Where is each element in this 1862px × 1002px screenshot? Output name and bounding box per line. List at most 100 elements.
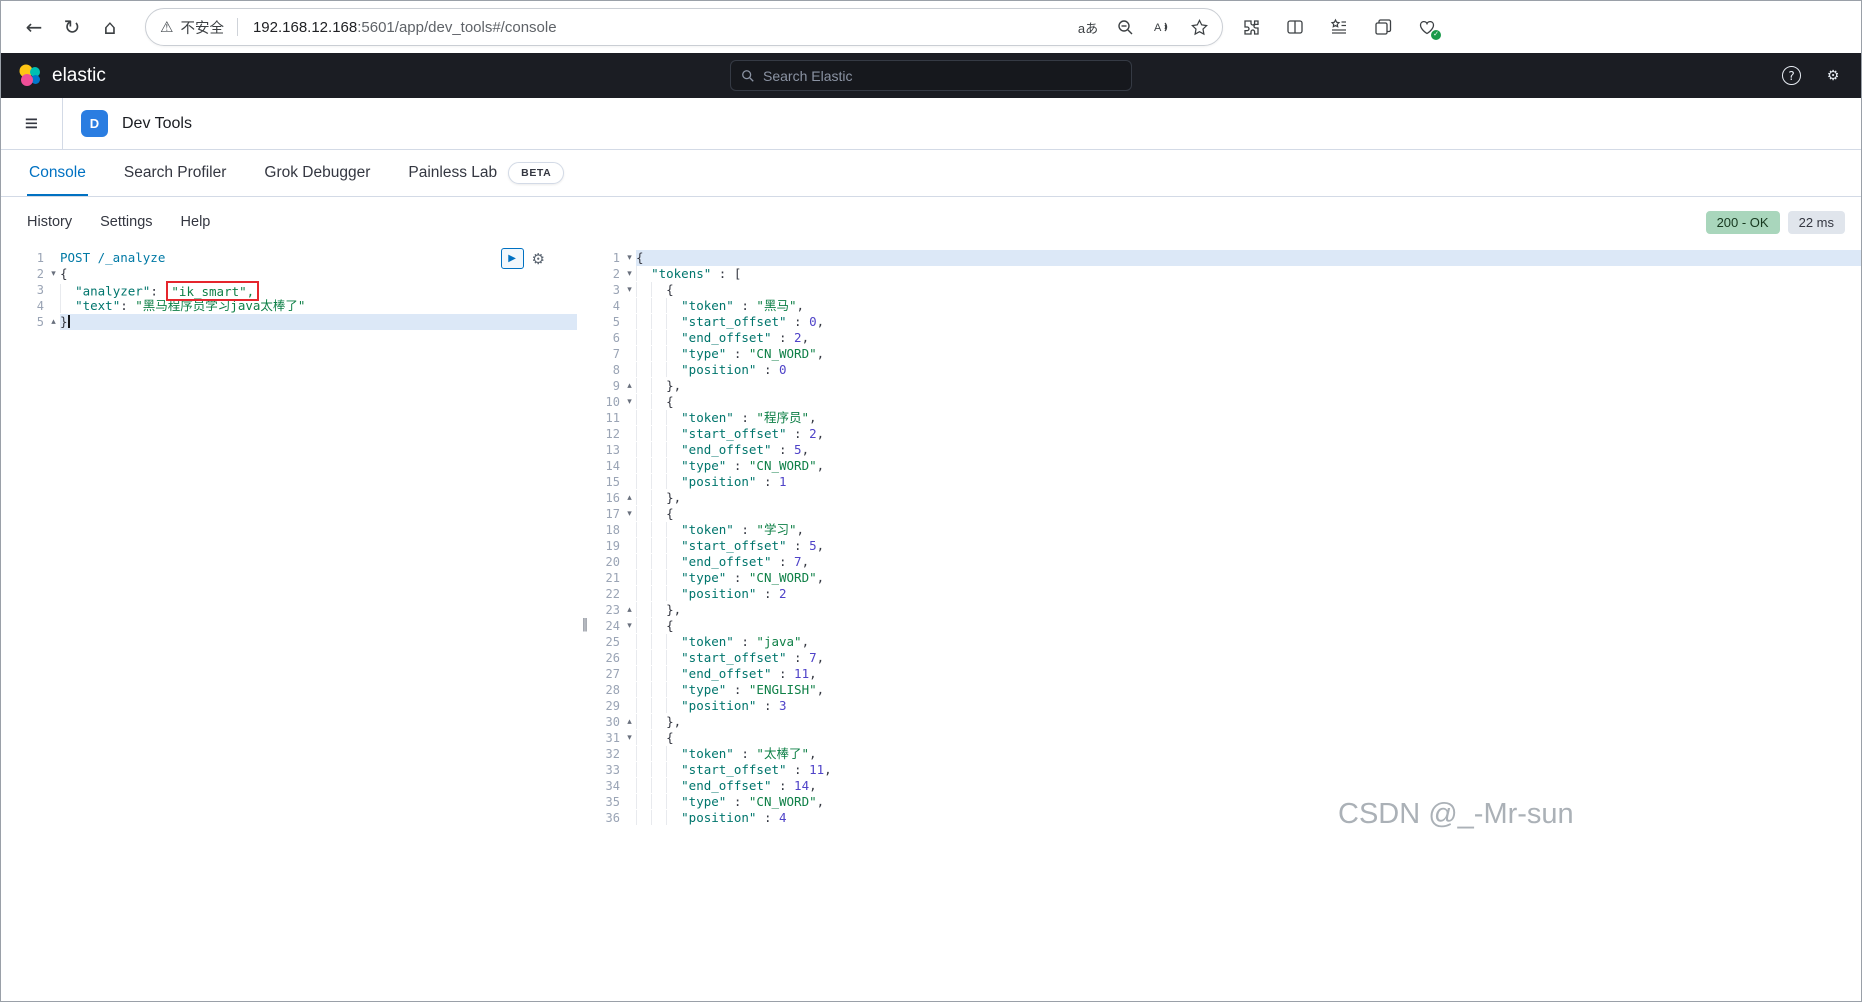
code-line[interactable]: 8 "position" : 0: [593, 362, 1861, 378]
code-line[interactable]: 1▾{: [593, 250, 1861, 266]
fold-toggle-icon[interactable]: ▾: [47, 266, 60, 282]
fold-gutter: [623, 650, 636, 666]
fold-toggle-icon[interactable]: ▾: [623, 250, 636, 266]
code-line[interactable]: 33 "start_offset" : 11,: [593, 762, 1861, 778]
code-line[interactable]: 4 "token" : "黑马",: [593, 298, 1861, 314]
line-number: 8: [593, 362, 623, 378]
fold-gutter: [623, 330, 636, 346]
code-line[interactable]: 13 "end_offset" : 5,: [593, 442, 1861, 458]
code-line[interactable]: 3▾ {: [593, 282, 1861, 298]
split-screen-icon[interactable]: [1279, 12, 1311, 42]
code-line[interactable]: 1POST /_analyze: [1, 250, 577, 266]
response-viewer[interactable]: 1▾{2▾ "tokens" : [3▾ {4 "token" : "黑马",5…: [593, 250, 1861, 826]
request-options-icon[interactable]: ⚙: [532, 250, 545, 268]
tab-painless-lab[interactable]: Painless Lab BETA: [406, 150, 566, 196]
code-line[interactable]: 2▾{: [1, 266, 577, 282]
fold-toggle-icon[interactable]: ▾: [623, 730, 636, 746]
zoom-out-icon[interactable]: [1110, 12, 1140, 42]
fold-toggle-icon[interactable]: ▾: [623, 394, 636, 410]
code-line[interactable]: 12 "start_offset" : 2,: [593, 426, 1861, 442]
fold-toggle-icon[interactable]: ▴: [623, 490, 636, 506]
code-line[interactable]: 36 "position" : 4: [593, 810, 1861, 826]
settings-button[interactable]: Settings: [100, 214, 152, 230]
code-line[interactable]: 9▴ },: [593, 378, 1861, 394]
tab-grok-debugger[interactable]: Grok Debugger: [262, 150, 372, 196]
help-button[interactable]: Help: [181, 214, 211, 230]
code-line[interactable]: 15 "position" : 1: [593, 474, 1861, 490]
code-line[interactable]: 26 "start_offset" : 7,: [593, 650, 1861, 666]
fold-toggle-icon[interactable]: ▴: [623, 378, 636, 394]
extensions-icon[interactable]: [1235, 12, 1267, 42]
code-line[interactable]: 25 "token" : "java",: [593, 634, 1861, 650]
code-line[interactable]: 6 "end_offset" : 2,: [593, 330, 1861, 346]
code-line[interactable]: 5 "start_offset" : 0,: [593, 314, 1861, 330]
code-line[interactable]: 32 "token" : "太棒了",: [593, 746, 1861, 762]
code-line[interactable]: 4 "text": "黑马程序员学习java太棒了": [1, 298, 577, 314]
pane-resize-handle[interactable]: ‖: [577, 247, 593, 1002]
code-line[interactable]: 20 "end_offset" : 7,: [593, 554, 1861, 570]
favorites-bar-icon[interactable]: [1323, 12, 1355, 42]
code-line[interactable]: 29 "position" : 3: [593, 698, 1861, 714]
send-request-button[interactable]: ▶: [501, 248, 524, 269]
code-line[interactable]: 28 "type" : "ENGLISH",: [593, 682, 1861, 698]
fold-toggle-icon[interactable]: ▾: [623, 282, 636, 298]
help-icon[interactable]: ?: [1782, 66, 1801, 85]
menu-toggle-button[interactable]: ≡: [1, 98, 63, 149]
code-line[interactable]: 22 "position" : 2: [593, 586, 1861, 602]
code-line[interactable]: 30▴ },: [593, 714, 1861, 730]
home-button[interactable]: ⌂: [91, 9, 129, 45]
code-text: "start_offset" : 2,: [636, 426, 1861, 442]
code-line[interactable]: 24▾ {: [593, 618, 1861, 634]
translate-icon[interactable]: aあ: [1073, 12, 1103, 42]
tab-search-profiler[interactable]: Search Profiler: [122, 150, 229, 196]
line-number: 31: [593, 730, 623, 746]
code-line[interactable]: 34 "end_offset" : 14,: [593, 778, 1861, 794]
read-aloud-icon[interactable]: A: [1147, 12, 1177, 42]
space-avatar[interactable]: D: [81, 110, 108, 137]
fold-toggle-icon[interactable]: ▾: [623, 266, 636, 282]
elastic-logo[interactable]: [17, 63, 43, 89]
fold-gutter: [623, 746, 636, 762]
favorite-star-icon[interactable]: [1184, 12, 1214, 42]
code-line[interactable]: 17▾ {: [593, 506, 1861, 522]
fold-toggle-icon[interactable]: ▾: [623, 618, 636, 634]
code-line[interactable]: 10▾ {: [593, 394, 1861, 410]
code-line[interactable]: 31▾ {: [593, 730, 1861, 746]
tab-console[interactable]: Console: [27, 150, 88, 196]
code-line[interactable]: 35 "type" : "CN_WORD",: [593, 794, 1861, 810]
history-button[interactable]: History: [27, 214, 72, 230]
fold-toggle-icon[interactable]: ▴: [47, 314, 60, 330]
refresh-button[interactable]: ↻: [53, 9, 91, 45]
settings-icon[interactable]: ⚙: [1821, 64, 1845, 88]
code-line[interactable]: 11 "token" : "程序员",: [593, 410, 1861, 426]
global-search[interactable]: [730, 60, 1132, 91]
fold-gutter: [623, 426, 636, 442]
code-line[interactable]: 27 "end_offset" : 11,: [593, 666, 1861, 682]
fold-gutter: [623, 666, 636, 682]
search-input[interactable]: [763, 68, 1121, 84]
line-number: 33: [593, 762, 623, 778]
fold-toggle-icon[interactable]: ▾: [623, 506, 636, 522]
code-line[interactable]: 18 "token" : "学习",: [593, 522, 1861, 538]
fold-gutter: [623, 314, 636, 330]
code-line[interactable]: 16▴ },: [593, 490, 1861, 506]
code-line[interactable]: 19 "start_offset" : 5,: [593, 538, 1861, 554]
browser-essentials-icon[interactable]: ✓: [1411, 12, 1443, 42]
code-line[interactable]: 2▾ "tokens" : [: [593, 266, 1861, 282]
collections-icon[interactable]: [1367, 12, 1399, 42]
code-line[interactable]: 14 "type" : "CN_WORD",: [593, 458, 1861, 474]
request-editor[interactable]: 1POST /_analyze2▾{3 "analyzer": "ik_smar…: [1, 250, 577, 330]
code-line[interactable]: 7 "type" : "CN_WORD",: [593, 346, 1861, 362]
code-line[interactable]: 21 "type" : "CN_WORD",: [593, 570, 1861, 586]
header-actions: ? ⚙: [1782, 64, 1845, 88]
text-cursor: [68, 315, 70, 328]
fold-toggle-icon[interactable]: ▴: [623, 602, 636, 618]
code-line[interactable]: 5▴}: [1, 314, 577, 330]
console-toolbar: History Settings Help 200 - OK 22 ms: [1, 197, 1861, 247]
line-number: 22: [593, 586, 623, 602]
address-bar[interactable]: ⚠ 不安全 192.168.12.168:5601/app/dev_tools#…: [145, 8, 1223, 46]
code-line[interactable]: 3 "analyzer": "ik_smart",: [1, 282, 577, 298]
code-line[interactable]: 23▴ },: [593, 602, 1861, 618]
back-button[interactable]: ←: [15, 9, 53, 45]
fold-toggle-icon[interactable]: ▴: [623, 714, 636, 730]
